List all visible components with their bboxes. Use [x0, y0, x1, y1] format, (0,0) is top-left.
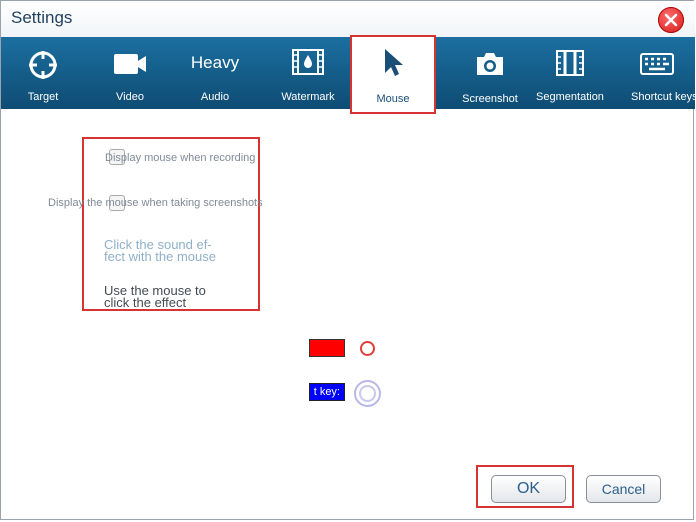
tab-segmentation[interactable]: Segmentation: [531, 37, 609, 109]
click-effect-line-2: click the effect: [104, 295, 187, 310]
keyboard-icon: [640, 53, 674, 75]
segmentation-icon: [556, 50, 584, 76]
tab-target[interactable]: Target: [3, 37, 83, 109]
shortcut-key-text: t key:: [313, 386, 340, 398]
cancel-button-label: Cancel: [601, 481, 646, 497]
click-sound-option[interactable]: Click the sound ef- fect with the mouse: [104, 238, 216, 264]
cancel-button[interactable]: Cancel: [586, 475, 661, 503]
ok-button-label: OK: [516, 480, 541, 497]
tab-video-label: Video: [116, 91, 144, 103]
ok-button[interactable]: OK: [491, 475, 566, 503]
tab-shortcut-keys[interactable]: Shortcut keys: [619, 37, 696, 109]
tab-target-label: Target: [27, 91, 59, 103]
tab-screenshot[interactable]: Screenshot: [453, 37, 527, 109]
settings-window: Settings Target Video Heavy Audio Waterm…: [0, 0, 696, 521]
crosshair-icon: [29, 51, 57, 79]
tab-mouse-label: Mouse: [376, 93, 410, 105]
tab-screenshot-label: Screenshot: [462, 93, 518, 105]
mouse-pointer-icon: [385, 49, 403, 76]
tab-audio[interactable]: Heavy Audio: [177, 37, 253, 109]
click-color-swatch[interactable]: [309, 339, 345, 357]
click-ring-preview-icon: [360, 341, 375, 356]
display-screenshot-label: Display the mouse when taking screenshot…: [48, 197, 263, 209]
click-effect-option[interactable]: Use the mouse to click the effect: [104, 284, 206, 310]
click-sound-line-2: fect with the mouse: [104, 249, 216, 264]
display-recording-label: Display mouse when recording: [105, 152, 256, 164]
tab-audio-heading: Heavy: [190, 53, 240, 72]
watermark-film-icon: [292, 49, 324, 75]
tab-mouse[interactable]: Mouse: [352, 37, 434, 109]
shortcut-key-color-swatch[interactable]: t key:: [309, 383, 345, 401]
shortcut-ring-preview-icon: [354, 380, 381, 407]
tab-segmentation-label: Segmentation: [536, 91, 604, 103]
tab-watermark[interactable]: Watermark: [271, 37, 345, 109]
camera-icon: [477, 53, 503, 75]
title-bar: Settings: [1, 1, 695, 37]
tab-audio-label: Audio: [200, 91, 230, 103]
tab-shortcut-keys-label: Shortcut keys: [631, 91, 696, 103]
close-icon: [664, 13, 678, 27]
tab-watermark-label: Watermark: [281, 91, 335, 103]
settings-toolbar: Target Video Heavy Audio Watermark Mouse…: [1, 37, 696, 109]
window-title: Settings: [11, 8, 73, 27]
close-button[interactable]: [658, 7, 684, 33]
tab-video[interactable]: Video: [89, 37, 171, 109]
mouse-settings-panel: Display mouse when recording Display the…: [1, 109, 695, 521]
video-camera-icon: [114, 54, 146, 74]
